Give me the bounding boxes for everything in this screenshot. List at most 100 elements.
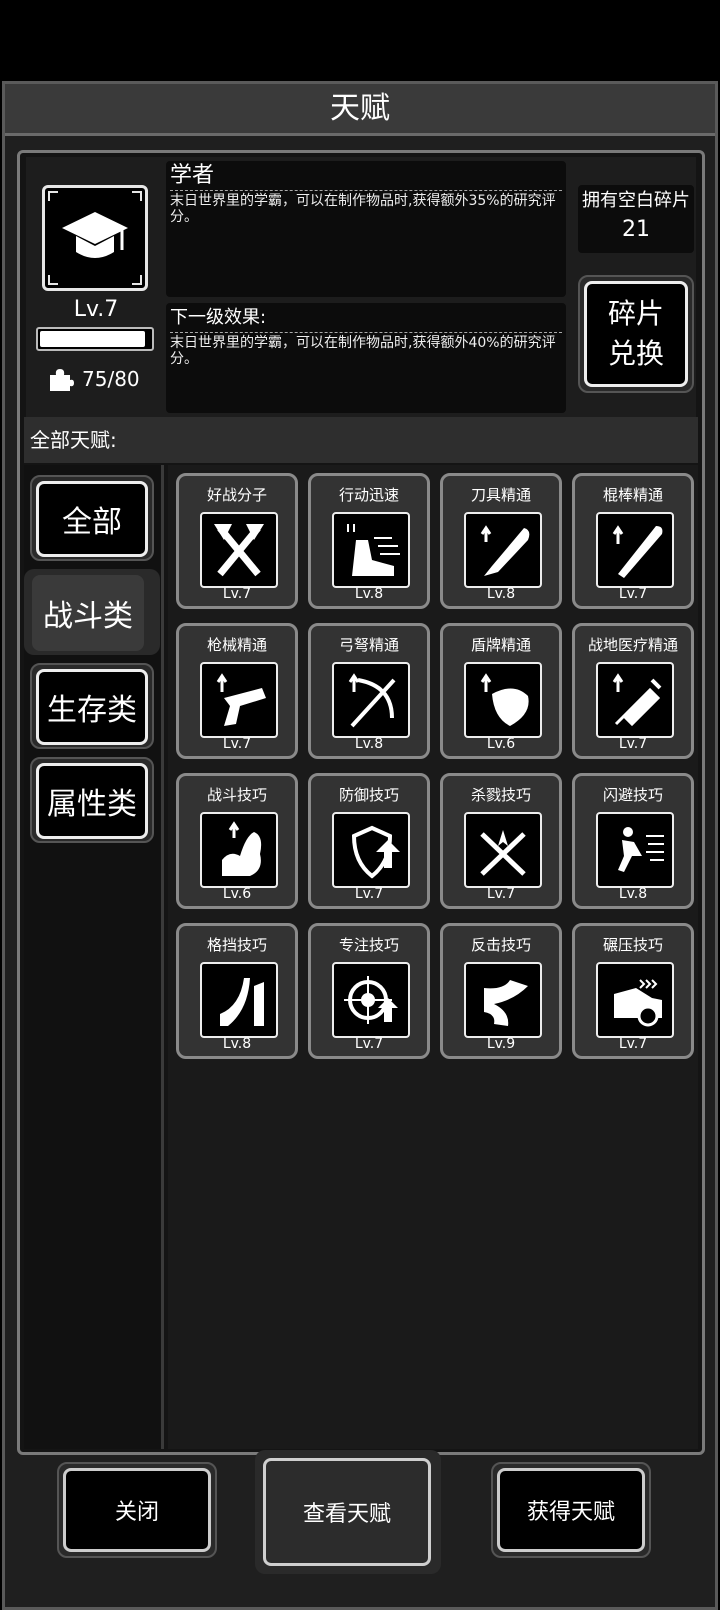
talent-card-name: 行动迅速 <box>338 486 399 504</box>
shield-icon <box>464 662 542 738</box>
fast-boot-icon <box>332 512 410 588</box>
talent-card-name: 专注技巧 <box>338 936 399 954</box>
puzzle-icon <box>50 369 74 391</box>
talent-card-level: Lv.9 <box>486 1036 516 1052</box>
next-level-description: 末日世界里的学霸，可以在制作物品时,获得额外40%的研究评分。 <box>170 335 556 367</box>
category-survival-wrap: 生存类 <box>30 663 154 749</box>
talent-card-level: Lv.7 <box>354 886 384 902</box>
talent-card[interactable]: 杀戮技巧 Lv.7 <box>440 773 562 909</box>
talent-card-name: 战地医疗精通 <box>587 636 678 654</box>
dodge-icon <box>596 812 674 888</box>
category-attribute-wrap: 属性类 <box>30 757 154 843</box>
counter-icon <box>464 962 542 1038</box>
talent-card-level: Lv.7 <box>618 1036 648 1052</box>
talent-card[interactable]: 战地医疗精通 Lv.7 <box>572 623 694 759</box>
talent-card[interactable]: 盾牌精通 Lv.6 <box>440 623 562 759</box>
talent-card[interactable]: 闪避技巧 Lv.8 <box>572 773 694 909</box>
talent-card-level: Lv.8 <box>486 586 516 602</box>
talent-card-name: 刀具精通 <box>470 486 531 504</box>
fragment-count: 75/80 <box>48 367 140 391</box>
talent-exp-bar <box>36 327 154 351</box>
talent-grid: 好战分子 Lv.7 行动迅速 Lv.8 刀具精通 Lv.8 棍棒精通 Lv.7 枪械精通 Lv.7… <box>168 465 698 1449</box>
fragment-exchange-wrap: 碎片兑换 <box>578 275 694 393</box>
talent-card-level: Lv.7 <box>618 736 648 752</box>
bat-icon <box>596 512 674 588</box>
talent-card[interactable]: 弓弩精通 Lv.8 <box>308 623 430 759</box>
talent-card-level: Lv.7 <box>222 736 252 752</box>
close-wrap: 关闭 <box>57 1462 217 1558</box>
talent-card-name: 防御技巧 <box>338 786 399 804</box>
category-all-wrap: 全部 <box>30 475 154 561</box>
selected-talent-header: Lv.7 75/80 学者 末日世界里的学霸，可以在制作物品时,获得额外35%的… <box>26 157 696 417</box>
talent-description-box: 学者 末日世界里的学霸，可以在制作物品时,获得额外35%的研究评分。 <box>166 161 566 297</box>
talent-card[interactable]: 刀具精通 Lv.8 <box>440 473 562 609</box>
talent-card-level: Lv.8 <box>354 736 384 752</box>
talent-card[interactable]: 好战分子 Lv.7 <box>176 473 298 609</box>
talent-card-name: 杀戮技巧 <box>470 786 531 804</box>
category-combat-wrap: 战斗类 <box>24 569 160 655</box>
talent-card-name: 好战分子 <box>206 486 267 504</box>
talent-window: 天赋 Lv.7 75/80 学者 末日世界里的学霸，可以在制作物品时,获得额外3… <box>2 81 718 1610</box>
talent-card-level: Lv.7 <box>618 586 648 602</box>
blank-fragment-label: 拥有空白碎片 <box>582 190 690 211</box>
bottom-actions: 关闭 查看天赋 获得天赋 <box>17 1450 705 1596</box>
view-talent-button[interactable]: 查看天赋 <box>263 1458 431 1566</box>
blank-fragment-value: 21 <box>622 217 650 242</box>
next-level-box: 下一级效果: 末日世界里的学霸，可以在制作物品时,获得额外40%的研究评分。 <box>166 303 566 413</box>
talent-card[interactable]: 反击技巧 Lv.9 <box>440 923 562 1059</box>
view-talent-wrap: 查看天赋 <box>255 1450 441 1574</box>
category-all-button[interactable]: 全部 <box>36 481 148 557</box>
fragment-exchange-label: 碎片兑换 <box>607 297 664 370</box>
crosshair-icon <box>332 962 410 1038</box>
flex-arm-icon <box>200 812 278 888</box>
talent-card-level: Lv.6 <box>486 736 516 752</box>
talent-card-name: 盾牌精通 <box>470 636 531 654</box>
fragment-count-text: 75/80 <box>82 367 140 391</box>
car-crush-icon <box>596 962 674 1038</box>
talent-card[interactable]: 战斗技巧 Lv.6 <box>176 773 298 909</box>
all-talents-label: 全部天赋: <box>24 417 698 463</box>
talent-exp-fill <box>40 331 145 347</box>
talent-card[interactable]: 格挡技巧 Lv.8 <box>176 923 298 1059</box>
talent-description: 末日世界里的学霸，可以在制作物品时,获得额外35%的研究评分。 <box>170 193 556 225</box>
fragment-exchange-button[interactable]: 碎片兑换 <box>584 281 688 387</box>
next-level-title: 下一级效果: <box>170 305 562 333</box>
talent-card[interactable]: 防御技巧 Lv.7 <box>308 773 430 909</box>
status-bar <box>0 0 720 80</box>
crossed-axes-icon <box>200 512 278 588</box>
category-combat-button[interactable]: 战斗类 <box>32 575 144 651</box>
talent-card-name: 弓弩精通 <box>338 636 399 654</box>
talent-level: Lv.7 <box>73 297 119 322</box>
defense-shield-icon <box>332 812 410 888</box>
machete-icon <box>464 512 542 588</box>
talent-panel: Lv.7 75/80 学者 末日世界里的学霸，可以在制作物品时,获得额外35%的… <box>17 150 705 1455</box>
talent-card-name: 闪避技巧 <box>602 786 663 804</box>
talent-card-name: 格挡技巧 <box>206 936 267 954</box>
blank-fragment-counter: 拥有空白碎片 21 <box>578 185 694 253</box>
close-button[interactable]: 关闭 <box>63 1468 211 1552</box>
talent-card[interactable]: 枪械精通 Lv.7 <box>176 623 298 759</box>
talent-card-name: 枪械精通 <box>206 636 267 654</box>
talent-card-level: Lv.8 <box>222 1036 252 1052</box>
crossed-swords-icon <box>464 812 542 888</box>
category-sidebar: 全部 战斗类 生存类 属性类 <box>24 465 164 1449</box>
get-talent-wrap: 获得天赋 <box>491 1462 651 1558</box>
syringe-icon <box>596 662 674 738</box>
category-survival-button[interactable]: 生存类 <box>36 669 148 745</box>
talent-card[interactable]: 行动迅速 Lv.8 <box>308 473 430 609</box>
talent-card-level: Lv.8 <box>354 586 384 602</box>
block-icon <box>200 962 278 1038</box>
get-talent-button[interactable]: 获得天赋 <box>497 1468 645 1552</box>
talent-card-level: Lv.7 <box>486 886 516 902</box>
talent-card[interactable]: 碾压技巧 Lv.7 <box>572 923 694 1059</box>
selected-talent-icon <box>42 185 148 291</box>
window-title: 天赋 <box>5 84 715 136</box>
talent-card-level: Lv.7 <box>222 586 252 602</box>
talent-card[interactable]: 专注技巧 Lv.7 <box>308 923 430 1059</box>
category-attribute-button[interactable]: 属性类 <box>36 763 148 839</box>
talent-name: 学者 <box>170 163 562 191</box>
pistol-icon <box>200 662 278 738</box>
talent-card-name: 棍棒精通 <box>602 486 663 504</box>
talent-card-level: Lv.8 <box>618 886 648 902</box>
talent-card[interactable]: 棍棒精通 Lv.7 <box>572 473 694 609</box>
